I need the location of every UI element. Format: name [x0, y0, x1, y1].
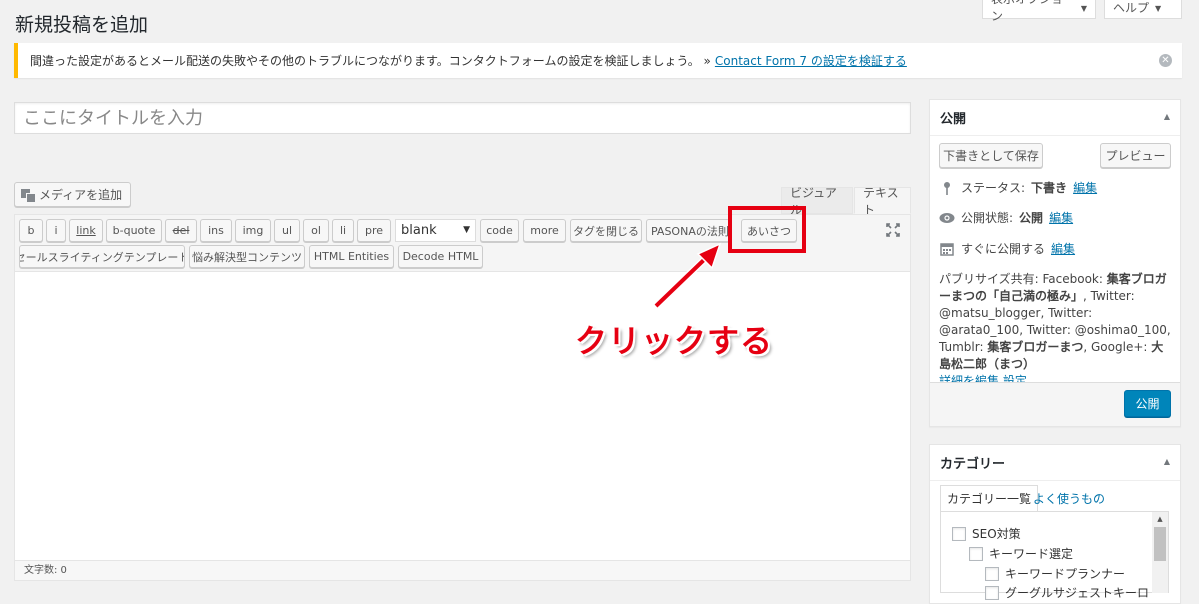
publish-button[interactable]: 公開 — [1124, 390, 1171, 417]
qt-bquote-button[interactable]: b-quote — [106, 219, 162, 242]
fullscreen-icon[interactable] — [885, 222, 901, 238]
qt-code-button[interactable]: code — [480, 219, 519, 242]
status-row: ステータス: 下書き 編集 — [939, 179, 1097, 196]
dismiss-icon[interactable]: ✕ — [1159, 54, 1172, 67]
post-content-textarea[interactable] — [15, 272, 910, 560]
quicktag-select-value: blank — [401, 223, 437, 238]
qt-ul-button[interactable]: ul — [274, 219, 300, 242]
toggle-up-icon[interactable]: ▲ — [1164, 457, 1170, 466]
qt-b-button[interactable]: b — [19, 219, 43, 242]
qt-sales-template-button[interactable]: セールスライティングテンプレート — [19, 245, 185, 268]
category-item[interactable]: キーワード選定 — [969, 545, 1073, 562]
qt-ins-button[interactable]: ins — [200, 219, 232, 242]
post-title-input[interactable] — [14, 102, 911, 134]
visibility-label: 公開状態: — [961, 211, 1014, 225]
add-media-label: メディアを追加 — [39, 188, 123, 202]
scroll-up-icon[interactable]: ▲ — [1152, 512, 1168, 526]
tab-all-categories[interactable]: カテゴリー一覧 — [940, 485, 1039, 512]
qt-ol-button[interactable]: ol — [303, 219, 329, 242]
qt-pasona-button[interactable]: PASONAの法則 — [646, 219, 730, 242]
category-label: キーワードプランナー — [1005, 567, 1126, 581]
qt-link-button[interactable]: link — [69, 219, 103, 242]
status-label: ステータス: — [961, 181, 1026, 195]
eye-icon — [939, 211, 955, 225]
tab-popular-categories[interactable]: よく使うもの — [1027, 485, 1111, 512]
qt-img-button[interactable]: img — [235, 219, 271, 242]
page-title: 新規投稿を追加 — [15, 14, 149, 36]
visibility-edit-link[interactable]: 編集 — [1049, 209, 1073, 226]
qt-problem-solving-button[interactable]: 悩み解決型コンテンツ — [189, 245, 305, 268]
save-draft-button[interactable]: 下書きとして保存 — [939, 143, 1043, 168]
publish-box-header[interactable]: 公開 ▲ — [930, 100, 1180, 136]
add-media-button[interactable]: メディアを追加 — [14, 182, 132, 207]
publish-box-title: 公開 — [940, 112, 967, 127]
category-box-title: カテゴリー — [940, 457, 1006, 472]
qt-close-tags-button[interactable]: タグを閉じる — [570, 219, 642, 242]
annotation-highlight-box — [728, 206, 806, 253]
qt-pre-button[interactable]: pre — [357, 219, 391, 242]
annotation-arrow-icon — [653, 242, 722, 309]
category-checkbox[interactable] — [985, 566, 999, 581]
quicktag-select[interactable]: blank ▼ — [395, 219, 476, 242]
publicize-tumblr: 集客ブロガーまつ — [987, 340, 1084, 354]
category-label: キーワード選定 — [989, 547, 1074, 561]
qt-i-button[interactable]: i — [46, 219, 66, 242]
pin-icon — [939, 181, 955, 195]
category-item[interactable]: キーワードプランナー — [985, 565, 1125, 582]
schedule-edit-link[interactable]: 編集 — [1051, 240, 1075, 257]
notice-link[interactable]: Contact Form 7 の設定を検証する — [715, 52, 907, 69]
category-item[interactable]: SEO対策 — [952, 525, 1021, 542]
qt-li-button[interactable]: li — [332, 219, 354, 242]
media-icon — [21, 188, 36, 203]
admin-notice: 間違った設定があるとメール配送の失敗やその他のトラブルにつながります。コンタクト… — [14, 43, 1182, 78]
caret-down-icon: ▼ — [463, 225, 470, 235]
category-checkbox[interactable] — [952, 526, 966, 541]
screen-options-label: 表示オプション — [991, 0, 1063, 23]
publicize-info: パブリサイズ共有: Facebook: 集客ブロガーまつの「自己満の極み」, T… — [939, 271, 1173, 390]
status-value: 下書き — [1031, 181, 1068, 195]
screen-options-tab[interactable]: 表示オプション ▼ — [982, 0, 1096, 23]
category-scrollbar-thumb[interactable] — [1154, 527, 1166, 561]
publicize-prefix: パブリサイズ共有: Facebook: — [939, 272, 1103, 286]
qt-html-entities-button[interactable]: HTML Entities — [309, 245, 394, 268]
category-label: SEO対策 — [972, 527, 1021, 541]
schedule-row: すぐに公開する 編集 — [939, 240, 1075, 257]
qt-decode-html-button[interactable]: Decode HTML — [398, 245, 483, 268]
caret-down-icon: ▼ — [1080, 3, 1087, 13]
category-checkbox[interactable] — [969, 546, 983, 561]
status-edit-link[interactable]: 編集 — [1073, 179, 1097, 196]
visibility-value: 公開 — [1019, 211, 1044, 225]
publicize-gplus-label: , Google+: — [1083, 340, 1148, 354]
toggle-up-icon[interactable]: ▲ — [1164, 112, 1170, 121]
help-tab[interactable]: ヘルプ ▼ — [1104, 0, 1182, 19]
schedule-label: すぐに公開する — [961, 242, 1046, 256]
caret-down-icon: ▼ — [1155, 3, 1162, 13]
tab-text[interactable]: テキスト — [854, 186, 911, 217]
qt-more-button[interactable]: more — [523, 219, 566, 242]
word-count: 文字数: 0 — [15, 560, 910, 580]
calendar-icon — [939, 242, 955, 256]
notice-text: 間違った設定があるとメール配送の失敗やその他のトラブルにつながります。コンタクト… — [30, 54, 711, 68]
preview-button[interactable]: プレビュー — [1100, 143, 1171, 168]
visibility-row: 公開状態: 公開 編集 — [939, 209, 1073, 226]
annotation-label: クリックする — [575, 322, 774, 360]
help-label: ヘルプ — [1113, 0, 1150, 15]
qt-del-button[interactable]: del — [165, 219, 197, 242]
category-box-header[interactable]: カテゴリー ▲ — [930, 445, 1180, 481]
